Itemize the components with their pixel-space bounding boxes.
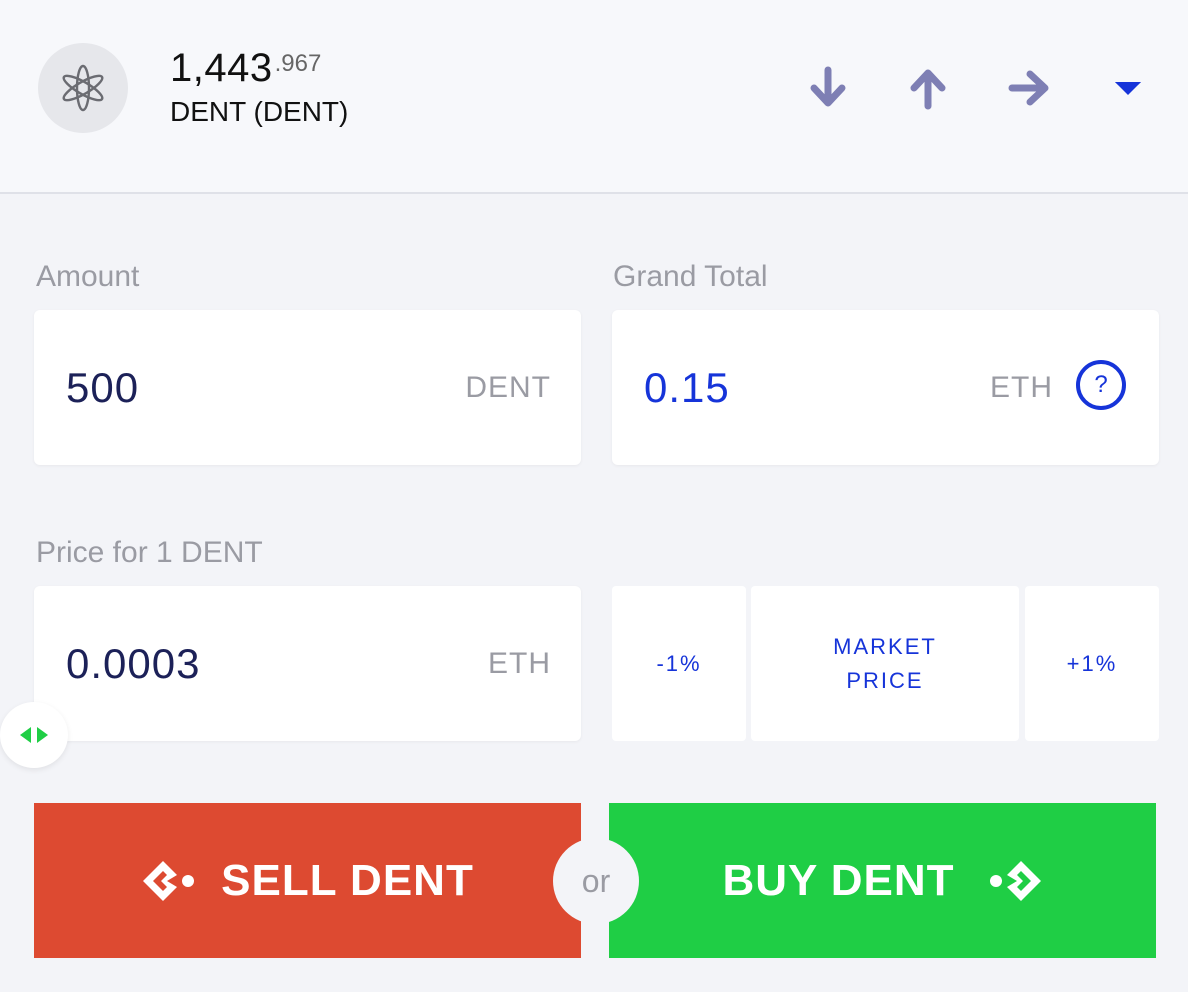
price-unit: ETH (488, 646, 551, 680)
balance-decimal: .967 (274, 50, 322, 77)
sell-button[interactable]: SELL DENT (34, 803, 581, 958)
buy-button[interactable]: BUY DENT (609, 803, 1156, 958)
plus-one-percent-label: +1% (1066, 650, 1118, 676)
buy-icon (989, 860, 1041, 901)
grand-total-unit: ETH (990, 370, 1053, 404)
grand-total-label: Grand Total (613, 260, 768, 293)
dent-logo-icon (38, 43, 128, 133)
plus-one-percent-button[interactable]: +1% (1025, 586, 1159, 741)
balance-integer: 1,443 (170, 46, 273, 90)
token-name: DENT (DENT) (170, 96, 349, 127)
or-separator: or (553, 838, 639, 924)
minus-one-percent-button[interactable]: -1% (612, 586, 746, 741)
amount-input[interactable]: 500 DENT (34, 310, 581, 465)
receive-arrow-down-icon[interactable] (806, 66, 850, 110)
market-price-label-line2: PRICE (846, 667, 924, 693)
market-price-button[interactable]: MARKET PRICE (751, 586, 1019, 741)
price-value[interactable]: 0.0003 (66, 640, 200, 688)
grand-total-value[interactable]: 0.15 (644, 364, 730, 412)
amount-label: Amount (36, 260, 140, 293)
sell-icon (143, 860, 195, 901)
wallet-header: 1,443.967 DENT (DENT) (0, 0, 1188, 194)
amount-value[interactable]: 500 (66, 364, 139, 412)
dropdown-caret-icon[interactable] (1106, 66, 1150, 110)
price-label: Price for 1 DENT (36, 536, 263, 569)
market-price-label-line1: MARKET (833, 633, 937, 659)
token-balance: 1,443.967 (170, 46, 321, 91)
or-label: or (581, 862, 611, 899)
collapse-toggle-button[interactable] (0, 702, 68, 768)
grand-total-input[interactable]: 0.15 ETH ? (612, 310, 1159, 465)
buy-label: BUY DENT (722, 855, 955, 905)
help-icon[interactable]: ? (1076, 360, 1126, 410)
sell-label: SELL DENT (221, 855, 474, 905)
swap-arrows-icon (20, 727, 48, 743)
transfer-arrow-right-icon[interactable] (1008, 66, 1052, 110)
amount-unit: DENT (465, 370, 551, 404)
minus-one-percent-label: -1% (656, 650, 702, 676)
price-input[interactable]: 0.0003 ETH (34, 586, 581, 741)
send-arrow-up-icon[interactable] (906, 66, 950, 110)
